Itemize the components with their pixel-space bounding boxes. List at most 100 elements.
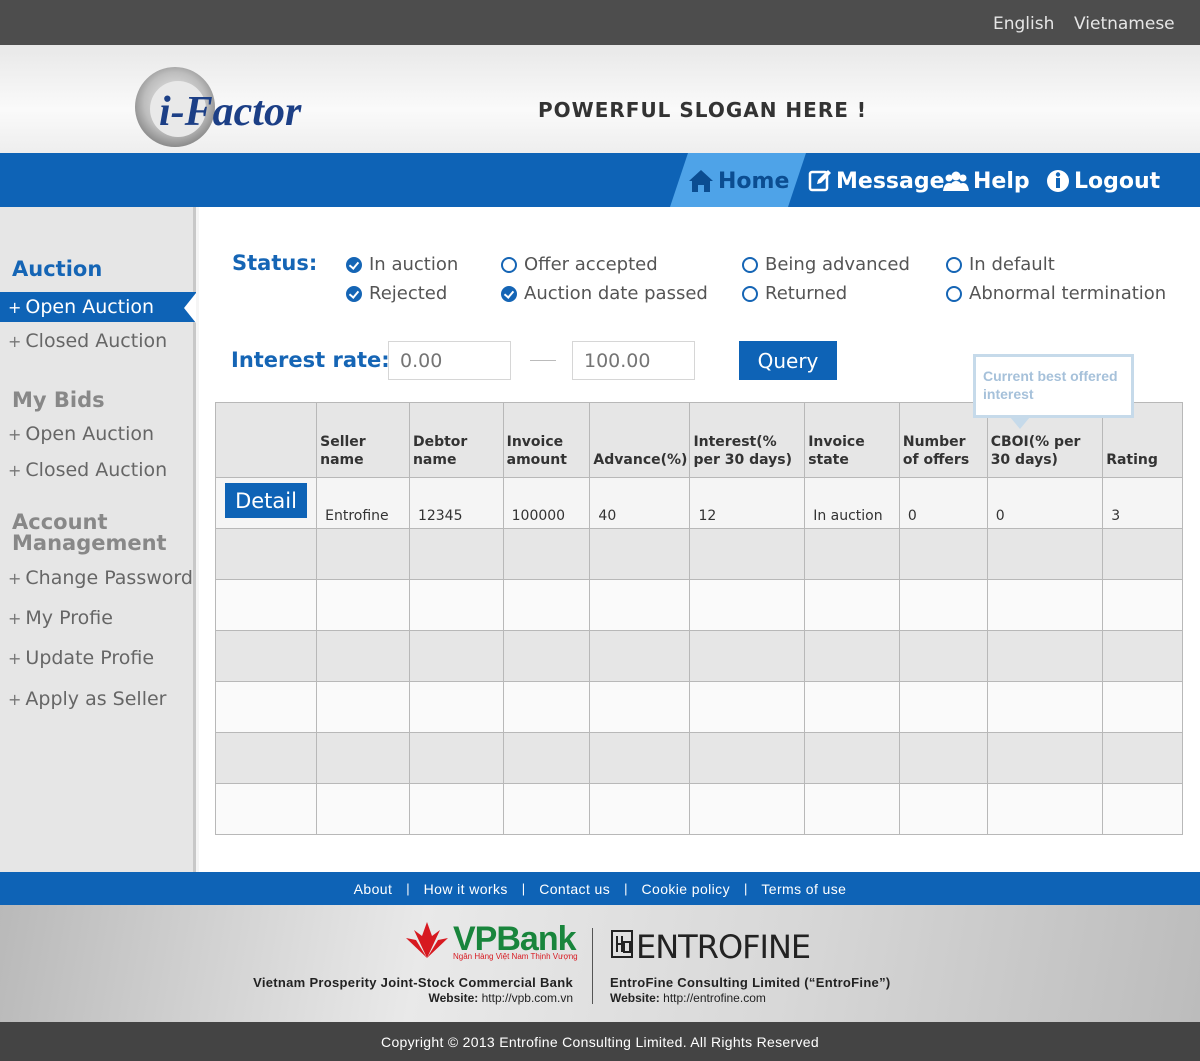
bank-name: Vietnam Prosperity Joint-Stock Commercia… <box>253 975 573 990</box>
circle-icon <box>946 285 962 302</box>
plus-icon: + <box>8 569 22 588</box>
bank-website-link[interactable]: http://vpb.com.vn <box>482 991 573 1005</box>
footer-separator: | <box>521 881 526 896</box>
table-cell <box>898 681 988 733</box>
status-being-advanced[interactable]: Being advanced <box>742 254 910 275</box>
footer-link-how-it-works[interactable]: How it works <box>424 881 508 897</box>
footer-link-contact[interactable]: Contact us <box>539 881 610 897</box>
bank-website-label: Website: <box>428 991 479 1005</box>
sidebar-item-label: Closed Auction <box>25 459 168 481</box>
check-circle-icon <box>346 285 362 302</box>
table-cell <box>502 732 591 784</box>
table-row <box>214 732 1183 784</box>
footer-link-cookie-policy[interactable]: Cookie policy <box>642 881 730 897</box>
table-cell <box>898 630 988 682</box>
entrofine-website: Website: http://entrofine.com <box>610 991 766 1005</box>
sidebar-heading-management: Management <box>12 531 167 555</box>
entrofine-name: EntroFine Consulting Limited (“EntroFine… <box>610 975 891 990</box>
slogan: POWERFUL SLOGAN HERE ! <box>538 98 867 122</box>
users-icon <box>943 171 969 191</box>
nav-help[interactable]: Help <box>943 167 1030 195</box>
table-cell <box>898 579 988 631</box>
table-cell <box>804 528 900 580</box>
i-factor-logo[interactable]: i-Factor <box>133 65 353 149</box>
table-cell <box>986 528 1104 580</box>
status-rejected[interactable]: Rejected <box>346 283 447 304</box>
language-english-link[interactable]: English <box>993 14 1054 34</box>
table-cell <box>689 732 806 784</box>
table-row[interactable]: Entrofine 12345 100000 40 12 In auction … <box>214 477 1183 529</box>
table-cell <box>316 681 410 733</box>
status-in-auction[interactable]: In auction <box>346 254 458 275</box>
tooltip-line: Current best offered <box>983 368 1118 384</box>
nav-home[interactable]: Home <box>688 167 789 195</box>
table-cell <box>408 681 504 733</box>
edit-icon <box>808 170 831 192</box>
table-cell <box>898 732 988 784</box>
table-cell <box>986 630 1104 682</box>
status-returned[interactable]: Returned <box>742 283 847 304</box>
copyright: Copyright © 2013 Entrofine Consulting Li… <box>0 1022 1200 1061</box>
table-row <box>214 681 1183 733</box>
status-auction-date-passed[interactable]: Auction date passed <box>501 283 708 304</box>
interest-from-input[interactable] <box>388 341 511 380</box>
interest-to-input[interactable] <box>572 341 695 380</box>
col-header-action <box>214 402 318 478</box>
sidebar-item-my-profile[interactable]: + My Profie <box>8 607 113 629</box>
footer-separator: | <box>624 881 628 896</box>
nav-logout-label: Logout <box>1074 168 1161 194</box>
nav-logout[interactable]: Logout <box>1046 167 1160 195</box>
sidebar-item-label: Closed Auction <box>25 330 168 352</box>
table-cell <box>986 579 1104 631</box>
query-button[interactable]: Query <box>739 341 837 380</box>
nav-message[interactable]: Message <box>808 167 945 195</box>
entrofine-website-label: Website: <box>610 991 660 1005</box>
logo-text: i-Factor <box>159 89 302 135</box>
home-icon <box>689 170 713 192</box>
status-label: Status: <box>232 251 318 275</box>
nav-message-label: Message <box>836 168 945 194</box>
sidebar-item-bids-open-auction[interactable]: + Open Auction <box>8 423 154 445</box>
table-row <box>214 528 1183 580</box>
check-circle-icon <box>501 285 517 302</box>
table-cell <box>408 528 504 580</box>
col-header-debtor: Debtor name <box>408 402 504 478</box>
sidebar-item-update-profile[interactable]: + Update Profie <box>8 647 154 669</box>
sidebar-item-label: Change Password <box>25 567 193 589</box>
table-cell <box>804 579 900 631</box>
table-cell: 100000 <box>502 477 591 529</box>
table-cell <box>898 528 988 580</box>
col-header-advance: Advance(%) <box>589 402 691 478</box>
table-cell <box>804 783 900 835</box>
main-nav: Home Message Help Logout <box>0 153 1200 207</box>
status-option-label: In auction <box>369 254 459 275</box>
status-option-label: Returned <box>765 283 848 304</box>
sidebar-item-open-auction[interactable]: + Open Auction <box>0 292 196 322</box>
table-row <box>214 630 1183 682</box>
check-circle-icon <box>346 256 362 273</box>
table-cell <box>898 783 988 835</box>
sidebar-item-label: My Profie <box>25 607 113 629</box>
sidebar-item-change-password[interactable]: + Change Password <box>8 567 193 589</box>
status-offer-accepted[interactable]: Offer accepted <box>501 254 658 275</box>
footer-link-terms[interactable]: Terms of use <box>761 881 846 897</box>
sidebar-item-apply-seller[interactable]: + Apply as Seller <box>8 688 166 710</box>
sidebar-item-bids-closed-auction[interactable]: + Closed Auction <box>8 459 167 481</box>
entrofine-website-link[interactable]: http://entrofine.com <box>663 991 766 1005</box>
table-cell <box>502 783 591 835</box>
table-cell <box>689 783 806 835</box>
tooltip-tail <box>1010 417 1030 429</box>
table-cell <box>986 783 1104 835</box>
footer-link-about[interactable]: About <box>354 881 393 897</box>
circle-icon <box>501 256 517 273</box>
sidebar-item-closed-auction[interactable]: + Closed Auction <box>8 330 167 352</box>
status-option-label: Auction date passed <box>524 283 708 304</box>
status-abnormal-termination[interactable]: Abnormal termination <box>946 283 1166 304</box>
table-cell <box>316 579 410 631</box>
language-vietnamese-link[interactable]: Vietnamese <box>1074 14 1175 34</box>
plus-icon: + <box>8 609 22 628</box>
detail-button[interactable]: Detail <box>225 483 307 518</box>
table-cell <box>804 732 900 784</box>
status-in-default[interactable]: In default <box>946 254 1055 275</box>
table-cell <box>502 681 591 733</box>
